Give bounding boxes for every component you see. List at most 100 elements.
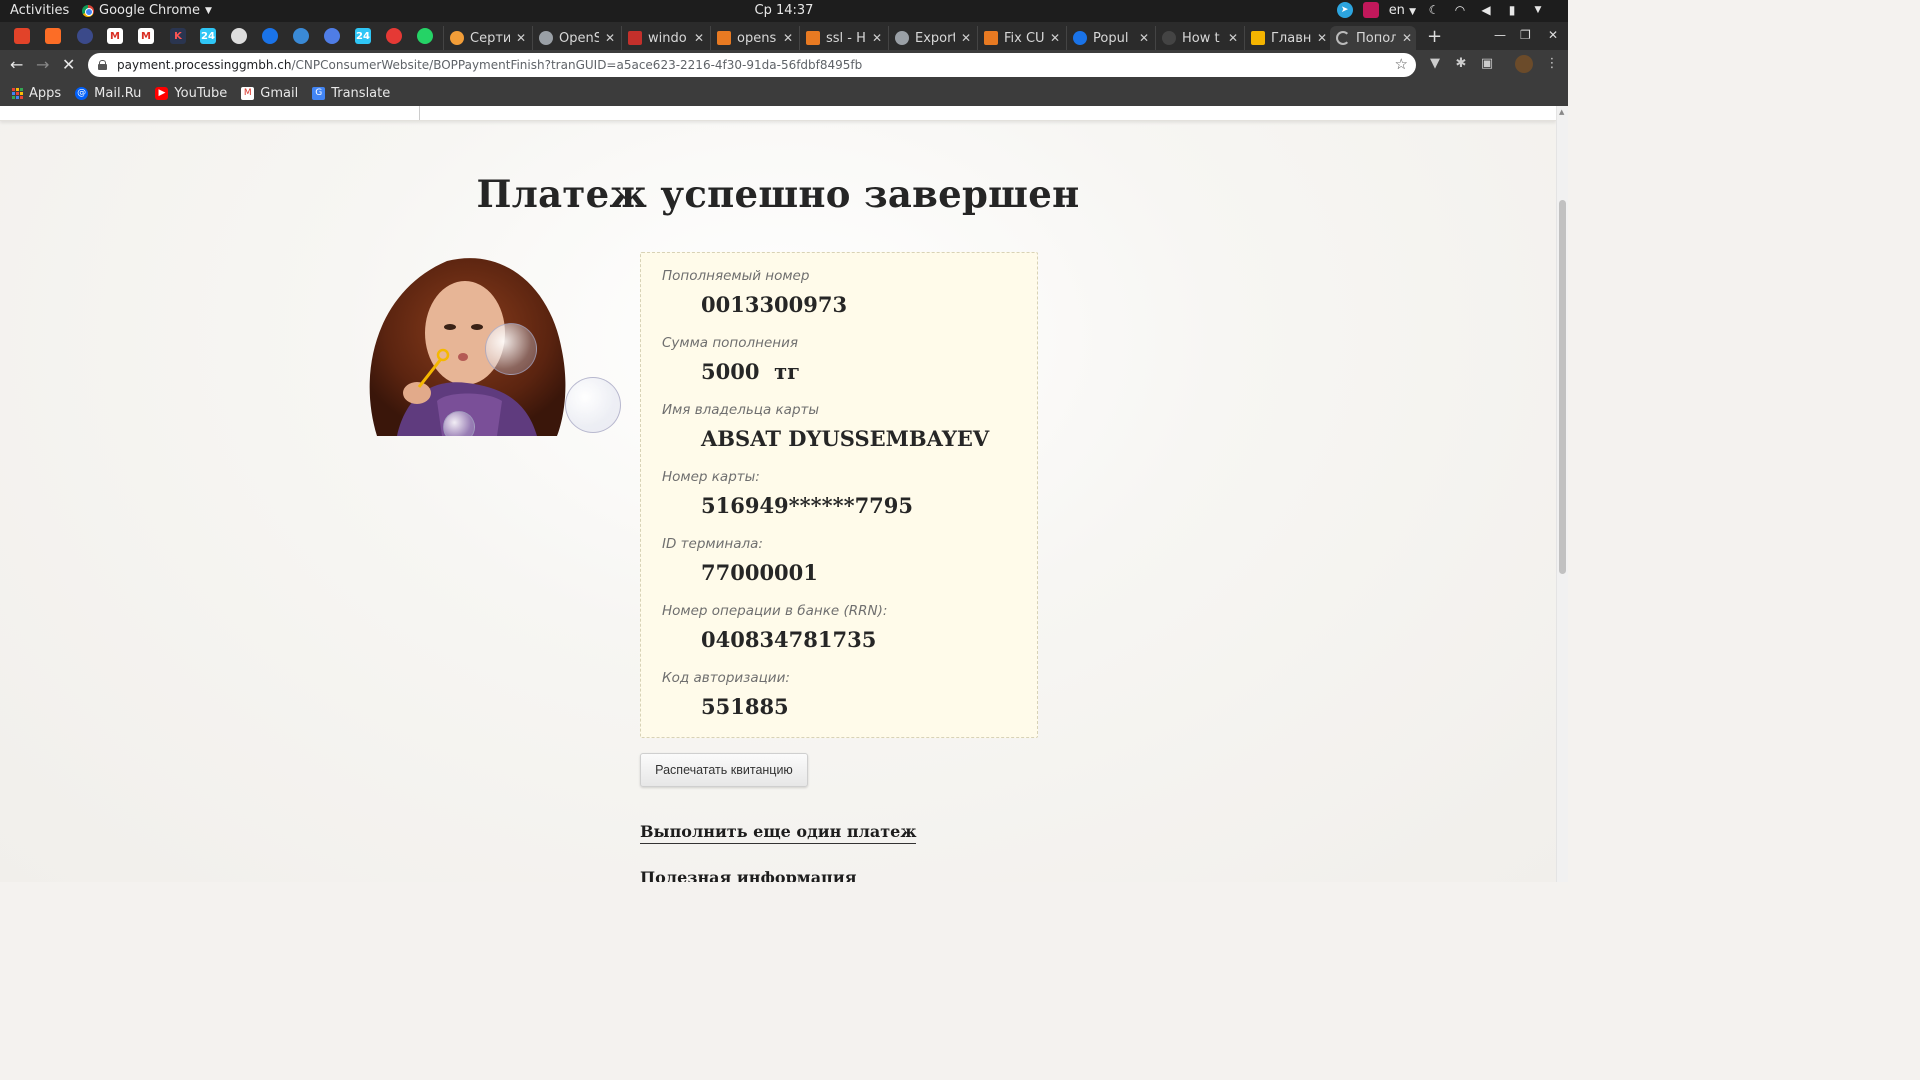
bookmark-label: Gmail bbox=[260, 85, 299, 101]
page-scrollbar[interactable]: ▲ bbox=[1556, 106, 1568, 882]
another-payment-link[interactable]: Выполнить еще один платеж bbox=[640, 822, 917, 844]
bitrix24-tab-icon[interactable]: 24 bbox=[355, 28, 371, 44]
gmail-tab-icon[interactable]: M bbox=[107, 28, 123, 44]
close-icon[interactable]: ✕ bbox=[1228, 31, 1238, 45]
field-value-card-number: 516949******7795 bbox=[701, 493, 914, 518]
whatsapp-tab-icon[interactable] bbox=[417, 28, 433, 44]
bookmark-label: Translate bbox=[331, 85, 391, 101]
tab-title: ssl - Hc bbox=[826, 30, 866, 46]
system-tray[interactable]: ➤ en ▼ ☾ ◠ ◀ ▮ ▼ bbox=[1336, 2, 1546, 18]
profile-avatar[interactable] bbox=[1515, 55, 1533, 73]
app-name: Google Chrome bbox=[99, 3, 200, 18]
browser-tab[interactable]: windo ✕ bbox=[621, 26, 704, 50]
close-window-button[interactable]: ✕ bbox=[1548, 28, 1558, 42]
bookmark-mailru[interactable]: @ Mail.Ru bbox=[75, 86, 141, 101]
pinned-tab-icon[interactable] bbox=[386, 28, 402, 44]
bookmark-translate[interactable]: G Translate bbox=[312, 86, 390, 101]
pinned-tab-icon[interactable] bbox=[77, 28, 93, 44]
language-indicator[interactable]: en ▼ bbox=[1389, 3, 1416, 18]
browser-tab-active[interactable]: Попол ✕ bbox=[1330, 26, 1416, 50]
gitlab-tab-icon[interactable] bbox=[14, 28, 30, 44]
close-icon[interactable]: ✕ bbox=[961, 31, 971, 45]
browser-tab[interactable]: Export ✕ bbox=[888, 26, 971, 50]
bookmark-gmail[interactable]: M Gmail bbox=[241, 86, 298, 101]
activities-button[interactable]: Activities bbox=[10, 3, 69, 18]
globe-tab-icon[interactable] bbox=[231, 28, 247, 44]
tab-title: opens bbox=[737, 30, 777, 46]
tab-favicon-icon bbox=[717, 31, 731, 45]
tab-title: Fix CU bbox=[1004, 30, 1044, 46]
volume-icon[interactable]: ◀ bbox=[1478, 2, 1494, 18]
scrollbar-thumb[interactable] bbox=[1559, 200, 1566, 574]
browser-tab[interactable]: ssl - Hc ✕ bbox=[799, 26, 882, 50]
browser-tab[interactable]: OpenS ✕ bbox=[532, 26, 615, 50]
tab-strip: M M K 24 24 Серти ✕ OpenS ✕ windo ✕ open… bbox=[0, 22, 1568, 50]
gmail-tab-icon[interactable]: M bbox=[138, 28, 154, 44]
chevron-down-icon: ▼ bbox=[1409, 6, 1416, 17]
tab-favicon-icon bbox=[1162, 31, 1176, 45]
site-header-strip bbox=[0, 106, 1556, 121]
close-icon[interactable]: ✕ bbox=[1050, 31, 1060, 45]
bookmark-youtube[interactable]: ▶ YouTube bbox=[155, 86, 227, 101]
menu-kebab-icon[interactable]: ⋮ bbox=[1544, 56, 1560, 72]
pinned-tab-icon[interactable]: K bbox=[170, 28, 186, 44]
new-tab-button[interactable]: + bbox=[1427, 26, 1442, 47]
close-icon[interactable]: ✕ bbox=[872, 31, 882, 45]
browser-tab[interactable]: Popul ✕ bbox=[1066, 26, 1149, 50]
close-icon[interactable]: ✕ bbox=[1317, 31, 1327, 45]
extension-vpn-icon[interactable]: ▼ bbox=[1427, 56, 1443, 72]
power-tab-icon[interactable] bbox=[262, 28, 278, 44]
browser-tab[interactable]: Fix CU ✕ bbox=[977, 26, 1060, 50]
chevron-down-icon: ▼ bbox=[204, 5, 212, 16]
gitlab-tab-icon[interactable] bbox=[45, 28, 61, 44]
browser-tab[interactable]: Главн ✕ bbox=[1244, 26, 1327, 50]
close-icon[interactable]: ✕ bbox=[605, 31, 615, 45]
close-icon[interactable]: ✕ bbox=[694, 31, 704, 45]
tab-favicon-icon bbox=[539, 31, 553, 45]
field-label-cardholder: Имя владельца карты bbox=[662, 402, 820, 418]
pinned-tab-icon[interactable] bbox=[324, 28, 340, 44]
wifi-icon[interactable]: ◠ bbox=[1452, 2, 1468, 18]
app-menu[interactable]: Google Chrome ▼ bbox=[82, 3, 212, 18]
lock-icon[interactable] bbox=[98, 60, 107, 70]
chevron-down-icon[interactable]: ▼ bbox=[1530, 2, 1546, 18]
mailru-icon: @ bbox=[75, 86, 89, 100]
url-path: /CNPConsumerWebsite/BOPPaymentFinish?tra… bbox=[291, 58, 863, 72]
clock[interactable]: Ср 14:37 bbox=[755, 3, 814, 18]
payment-receipt-panel: Пополняемый номер 0013300973 Сумма попол… bbox=[640, 252, 1038, 738]
battery-icon[interactable]: ▮ bbox=[1504, 2, 1520, 18]
tab-favicon-icon bbox=[628, 31, 642, 45]
pinned-tab-icon[interactable] bbox=[293, 28, 309, 44]
extension-puzzle-icon[interactable]: ▣ bbox=[1479, 56, 1495, 72]
back-button[interactable]: ← bbox=[10, 55, 23, 74]
scroll-up-arrow-icon[interactable]: ▲ bbox=[1559, 108, 1564, 116]
maximize-button[interactable]: ❐ bbox=[1520, 28, 1531, 42]
address-bar[interactable]: payment.processinggmbh.ch/CNPConsumerWeb… bbox=[88, 53, 1416, 77]
minimize-button[interactable]: — bbox=[1494, 28, 1506, 42]
extension-gear-icon[interactable]: ✱ bbox=[1453, 56, 1469, 72]
field-value-auth-code: 551885 bbox=[701, 694, 789, 719]
browser-tab[interactable]: How t ✕ bbox=[1155, 26, 1238, 50]
tab-favicon-icon bbox=[984, 31, 998, 45]
close-icon[interactable]: ✕ bbox=[1402, 31, 1412, 45]
print-receipt-button[interactable]: Распечатать квитанцию bbox=[640, 753, 808, 787]
tab-title: Popul bbox=[1093, 30, 1129, 46]
tab-title: Серти bbox=[470, 30, 510, 46]
app-indicator-icon[interactable] bbox=[1362, 2, 1379, 18]
field-label-terminal-id: ID терминала: bbox=[662, 536, 763, 552]
close-icon[interactable]: ✕ bbox=[1139, 31, 1149, 45]
browser-tab[interactable]: Серти ✕ bbox=[443, 26, 526, 50]
bitrix24-tab-icon[interactable]: 24 bbox=[200, 28, 216, 44]
close-icon[interactable]: ✕ bbox=[516, 31, 526, 45]
system-top-bar: Activities Google Chrome ▼ Ср 14:37 ➤ en… bbox=[0, 0, 1568, 22]
stop-loading-button[interactable]: ✕ bbox=[62, 55, 75, 74]
forward-button[interactable]: → bbox=[36, 55, 49, 74]
useful-info-heading: Полезная информация bbox=[640, 868, 857, 882]
telegram-icon[interactable]: ➤ bbox=[1336, 2, 1353, 18]
bookmark-star-icon[interactable]: ☆ bbox=[1395, 55, 1408, 73]
close-icon[interactable]: ✕ bbox=[783, 31, 793, 45]
bookmark-apps[interactable]: Apps bbox=[12, 86, 61, 101]
night-light-icon[interactable]: ☾ bbox=[1426, 2, 1442, 18]
tab-title: Export bbox=[915, 30, 955, 46]
browser-tab[interactable]: opens ✕ bbox=[710, 26, 793, 50]
